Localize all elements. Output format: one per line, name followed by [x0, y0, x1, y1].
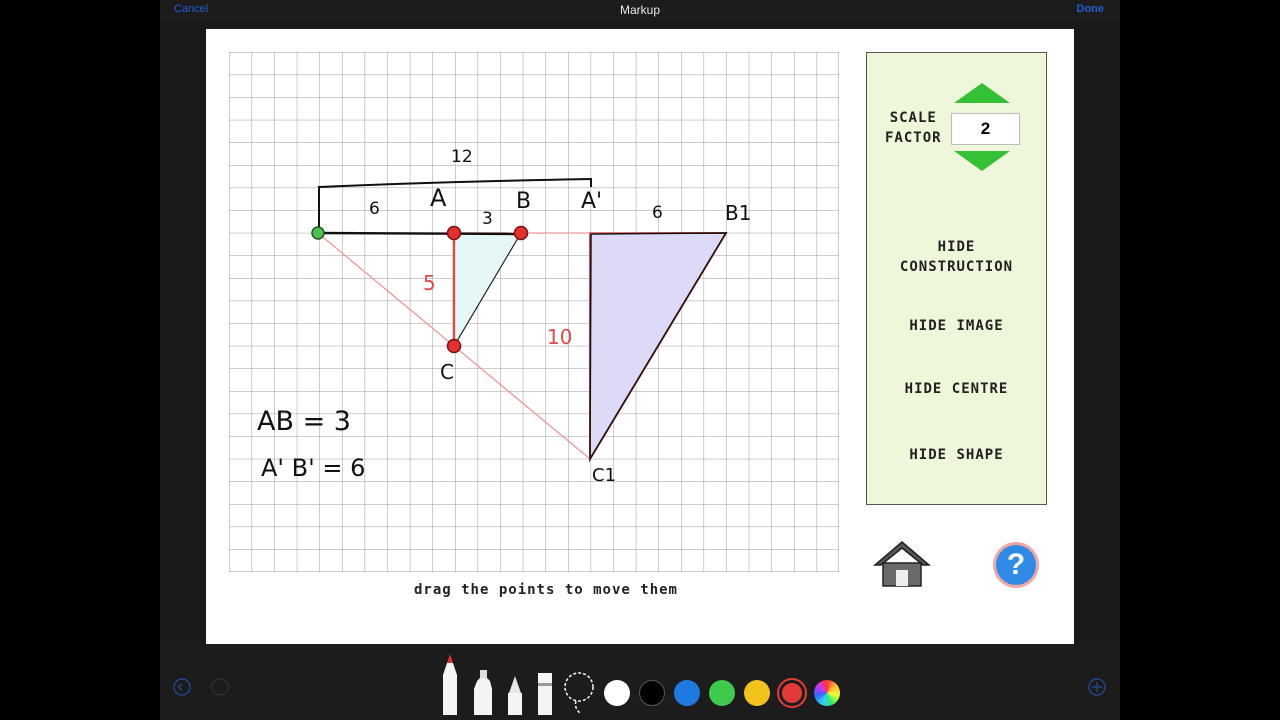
hide-construction-line2: CONSTRUCTION — [899, 259, 1014, 275]
color-blue-swatch[interactable] — [674, 680, 700, 706]
worksheet-page: 12 6 A 3 B A' 6 B1 5 C 10 C1 AB = 3 A' B… — [206, 29, 1074, 644]
undo-icon[interactable] — [173, 678, 191, 696]
hide-shape-button[interactable]: HIDE SHAPE — [867, 445, 1046, 465]
color-picker-icon[interactable] — [814, 680, 840, 706]
markup-toolbar — [160, 645, 1120, 720]
ink-base-line — [317, 231, 522, 236]
scale-down-arrow-icon[interactable] — [954, 151, 1010, 171]
scale-factor-label: SCALE FACTOR — [885, 108, 942, 148]
color-green-swatch[interactable] — [709, 680, 735, 706]
point-c[interactable] — [446, 338, 462, 354]
hide-image-button[interactable]: HIDE IMAGE — [867, 316, 1046, 336]
color-white-swatch[interactable] — [604, 680, 630, 706]
coordinate-grid[interactable] — [229, 52, 839, 572]
instruction-caption: drag the points to move them — [413, 582, 678, 598]
scale-factor-field[interactable]: 2 — [951, 113, 1020, 145]
scale-label-line2: FACTOR — [885, 130, 942, 146]
done-button[interactable]: Done — [1077, 3, 1105, 15]
color-yellow-swatch[interactable] — [744, 680, 770, 706]
scale-factor-value: 2 — [980, 119, 991, 138]
hide-centre-button[interactable]: HIDE CENTRE — [867, 379, 1046, 399]
point-a[interactable] — [446, 225, 462, 241]
help-button[interactable]: ? — [993, 542, 1039, 588]
point-b[interactable] — [513, 225, 529, 241]
lasso-icon[interactable] — [562, 670, 596, 714]
centre-point[interactable] — [311, 226, 325, 240]
color-red-swatch[interactable] — [779, 680, 805, 706]
control-panel: SCALE FACTOR 2 HIDE CONSTRUCTION HIDE IM… — [866, 52, 1047, 505]
markup-window: Cancel Markup Done 12 6 A 3 B A' 6 B1 5 … — [160, 0, 1120, 720]
hide-construction-line1: HIDE — [937, 239, 976, 255]
markup-topbar: Cancel Markup Done — [160, 0, 1120, 22]
redo-icon[interactable] — [211, 678, 229, 696]
window-title: Markup — [619, 3, 660, 17]
color-black-swatch[interactable] — [639, 680, 665, 706]
marker-icon[interactable] — [472, 669, 494, 715]
eraser-icon[interactable] — [536, 672, 554, 715]
hide-construction-button[interactable]: HIDE CONSTRUCTION — [867, 237, 1046, 277]
pencil-icon[interactable] — [505, 675, 525, 715]
scale-up-arrow-icon[interactable] — [954, 83, 1010, 103]
pen-icon[interactable] — [438, 653, 462, 715]
add-icon[interactable] — [1088, 678, 1106, 696]
scale-label-line1: SCALE — [889, 110, 937, 126]
